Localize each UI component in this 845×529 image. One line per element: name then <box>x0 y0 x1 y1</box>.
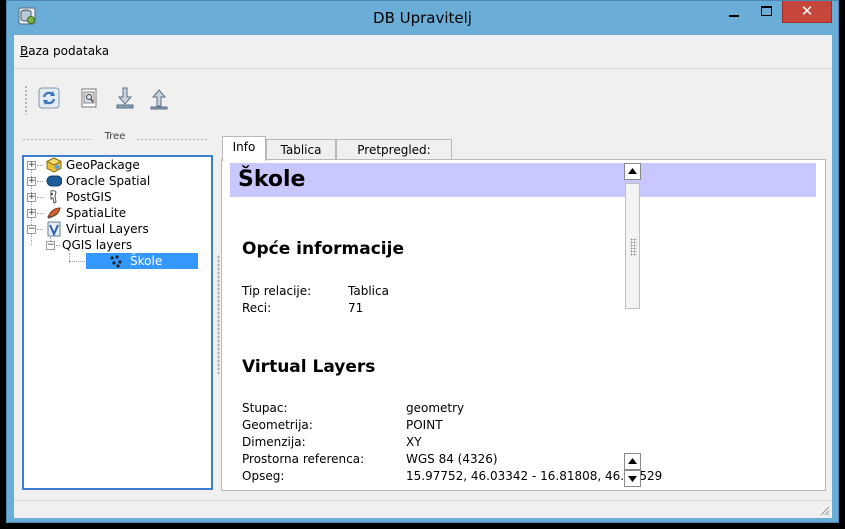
database-tree[interactable]: + GeoPackage + Oracle Spatial + PostGIS … <box>22 155 213 490</box>
general-value: Tablica <box>348 284 389 298</box>
virtual-value: POINT <box>406 418 443 432</box>
virtual-key: Dimenzija: <box>242 435 306 449</box>
tree-item-oracle-spatial[interactable]: Oracle Spatial <box>66 173 150 189</box>
virtual-value: XY <box>406 435 422 449</box>
close-button[interactable]: ✕ <box>782 1 832 23</box>
expand-icon[interactable]: + <box>27 193 36 202</box>
maximize-icon <box>761 6 772 16</box>
layer-title: Škole <box>230 163 816 197</box>
menu-database[interactable]: Baza podataka <box>20 44 109 58</box>
refresh-icon[interactable] <box>36 85 62 111</box>
maximize-button[interactable] <box>752 1 782 23</box>
menu-bar: Baza podataka <box>14 35 832 69</box>
close-icon: ✕ <box>800 2 814 20</box>
tree-item-geopackage[interactable]: GeoPackage <box>66 157 140 173</box>
arrow-up-icon <box>628 168 637 174</box>
client-area: Baza podataka Tree + GeoPackage + Oracle… <box>14 35 832 518</box>
virtual-value: WGS 84 (4326) <box>406 452 498 466</box>
general-key: Tip relacije: <box>242 284 312 298</box>
info-panel: Škole Opće informacije Tip relacije: Tab… <box>221 159 826 491</box>
virtual-key: Geometrija: <box>242 418 313 432</box>
scroll-up-button[interactable] <box>624 453 641 470</box>
geopackage-icon <box>46 157 62 173</box>
point-layer-icon <box>110 255 122 268</box>
info-scrollbar[interactable] <box>624 163 642 488</box>
postgis-icon <box>50 190 57 204</box>
general-value: 71 <box>348 301 364 315</box>
section-general-title: Opće informacije <box>242 239 404 259</box>
tree-item-spatialite[interactable]: SpatiaLite <box>66 205 126 221</box>
arrow-down-icon <box>628 476 637 482</box>
scroll-down-button[interactable] <box>624 470 641 487</box>
tab-preview[interactable]: Pretpregled: <box>336 139 452 160</box>
scroll-thumb[interactable] <box>625 183 640 309</box>
tab-info[interactable]: Info <box>222 136 266 161</box>
import-layer-icon[interactable] <box>112 85 138 111</box>
tree-item-skole: Škole <box>130 254 163 268</box>
tree-item-postgis[interactable]: PostGIS <box>66 189 112 205</box>
virtual-layers-icon <box>47 221 61 237</box>
expand-icon[interactable]: + <box>27 161 36 170</box>
collapse-icon[interactable]: − <box>46 241 55 250</box>
window-title: DB Upravitelj <box>373 9 472 27</box>
general-key: Reci: <box>242 301 272 315</box>
export-icon[interactable] <box>146 85 172 111</box>
arrow-up-icon <box>628 458 637 464</box>
collapse-icon[interactable]: − <box>27 225 36 234</box>
expand-icon[interactable]: + <box>27 177 36 186</box>
resize-grip-icon[interactable] <box>818 504 830 516</box>
virtual-key: Stupac: <box>242 401 288 415</box>
section-virtual-title: Virtual Layers <box>242 357 376 377</box>
tree-item-qgis-layers[interactable]: QGIS layers <box>62 237 132 253</box>
minimize-icon <box>729 15 739 17</box>
tree-item-virtual-layers[interactable]: Virtual Layers <box>66 221 149 237</box>
oracle-spatial-icon <box>46 175 62 187</box>
info-content: Škole Opće informacije Tip relacije: Tab… <box>230 163 816 488</box>
tab-table[interactable]: Tablica <box>266 139 336 160</box>
status-bar <box>14 500 832 518</box>
grip-icon <box>630 238 637 256</box>
virtual-key: Prostorna referenca: <box>242 452 365 466</box>
splitter-handle[interactable] <box>217 255 220 375</box>
db-manager-window: DB Upravitelj ✕ Baza podataka Tree + Geo… <box>6 0 839 523</box>
scroll-up-button[interactable] <box>624 163 641 180</box>
toolbar <box>14 81 832 121</box>
expand-icon[interactable]: + <box>27 209 36 218</box>
virtual-key: Opseg: <box>242 469 285 483</box>
tree-dock-title[interactable]: Tree <box>14 129 216 149</box>
minimize-button[interactable] <box>719 1 749 23</box>
virtual-value: geometry <box>406 401 465 415</box>
spatialite-icon <box>47 207 61 219</box>
toolbar-grip[interactable] <box>24 85 28 115</box>
title-bar[interactable]: DB Upravitelj ✕ <box>7 1 838 35</box>
sql-window-icon[interactable] <box>76 85 102 111</box>
tree-item-skole-row[interactable]: Škole <box>86 253 198 269</box>
